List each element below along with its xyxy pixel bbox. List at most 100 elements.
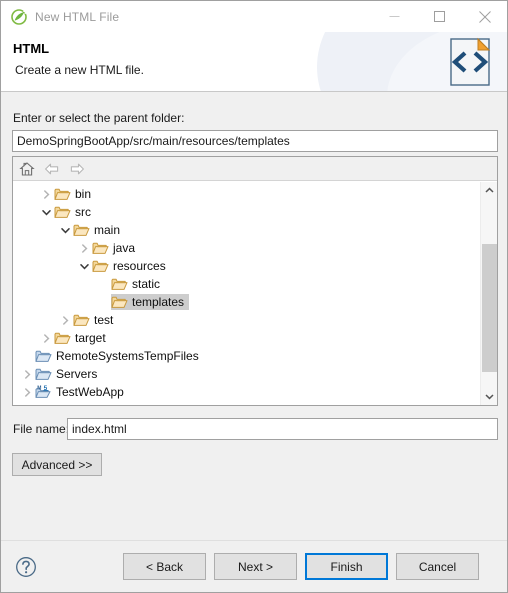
tree-item-label: TestWebApp bbox=[56, 385, 124, 399]
tree-item-remotesystemstempfiles[interactable]: RemoteSystemsTempFiles bbox=[13, 347, 480, 365]
tree-item-resources[interactable]: resources bbox=[13, 257, 480, 275]
tree-vertical-scrollbar[interactable] bbox=[480, 182, 497, 405]
tree-item-src[interactable]: src bbox=[13, 203, 480, 221]
tree-item-templates[interactable]: templates bbox=[13, 293, 480, 311]
back-button[interactable]: < Back bbox=[123, 553, 206, 580]
folder-icon bbox=[73, 312, 90, 328]
maven-project-icon: M5 bbox=[35, 384, 52, 400]
tree-item-label: templates bbox=[132, 295, 185, 309]
minimize-icon[interactable] bbox=[372, 1, 417, 32]
next-button[interactable]: Next > bbox=[214, 553, 297, 580]
folder-tree: bin src main java resources static templates te… bbox=[13, 182, 480, 401]
tree-item-target[interactable]: target bbox=[13, 329, 480, 347]
tree-toolbar bbox=[13, 157, 497, 181]
folder-icon bbox=[111, 276, 128, 292]
folder-icon bbox=[92, 258, 109, 274]
chevron-right-icon[interactable] bbox=[38, 329, 54, 347]
page-description: Create a new HTML file. bbox=[15, 63, 144, 77]
chevron-down-icon[interactable] bbox=[76, 257, 92, 275]
tree-item-test[interactable]: test bbox=[13, 311, 480, 329]
chevron-right-icon[interactable] bbox=[76, 239, 92, 257]
tree-item-content[interactable]: RemoteSystemsTempFiles bbox=[35, 348, 204, 364]
window-title: New HTML File bbox=[35, 9, 120, 24]
tree-item-testwebapp[interactable]: M 5 TestWebApp bbox=[13, 383, 480, 401]
dialog-header: HTML Create a new HTML file. bbox=[1, 32, 507, 92]
back-arrow-icon[interactable] bbox=[43, 160, 61, 178]
home-icon[interactable] bbox=[18, 160, 36, 178]
help-icon[interactable] bbox=[15, 556, 37, 578]
chevron-right-icon[interactable] bbox=[57, 311, 73, 329]
tree-item-content[interactable]: resources bbox=[92, 258, 171, 274]
tree-item-label: main bbox=[94, 223, 121, 237]
chevron-right-icon[interactable] bbox=[38, 185, 54, 203]
tree-item-content[interactable]: test bbox=[73, 312, 118, 328]
forward-arrow-icon[interactable] bbox=[68, 160, 86, 178]
scroll-down-icon[interactable] bbox=[481, 388, 497, 405]
tree-item-label: static bbox=[132, 277, 161, 291]
dialog-body: Enter or select the parent folder: DemoS… bbox=[1, 93, 507, 540]
tree-item-content[interactable]: M 5 TestWebApp bbox=[35, 384, 129, 400]
dialog-footer: < Back Next > Finish Cancel bbox=[1, 540, 507, 592]
tree-item-content[interactable]: Servers bbox=[35, 366, 102, 382]
chevron-down-icon[interactable] bbox=[57, 221, 73, 239]
tree-item-label: java bbox=[113, 241, 136, 255]
finish-button[interactable]: Finish bbox=[305, 553, 388, 580]
tree-item-java[interactable]: java bbox=[13, 239, 480, 257]
tree-item-content[interactable]: src bbox=[54, 204, 96, 220]
tree-item-content[interactable]: bin bbox=[54, 186, 96, 202]
title-bar: New HTML File bbox=[1, 1, 507, 32]
tree-item-label: resources bbox=[113, 259, 166, 273]
blue-folder-icon bbox=[35, 348, 52, 364]
chevron-right-icon[interactable] bbox=[19, 383, 35, 401]
file-name-input[interactable] bbox=[67, 418, 498, 440]
tree-item-content[interactable]: main bbox=[73, 222, 125, 238]
folder-icon bbox=[54, 330, 71, 346]
parent-folder-input[interactable] bbox=[12, 130, 498, 152]
tree-item-label: Servers bbox=[56, 367, 98, 381]
svg-text:M: M bbox=[37, 386, 41, 392]
html-document-icon bbox=[448, 37, 494, 87]
tree-item-content[interactable]: static bbox=[111, 276, 165, 292]
folder-icon bbox=[73, 222, 90, 238]
tree-item-static[interactable]: static bbox=[13, 275, 480, 293]
tree-item-label: RemoteSystemsTempFiles bbox=[56, 349, 199, 363]
new-html-file-dialog: New HTML File HTML Create a new HTML fil… bbox=[0, 0, 508, 593]
chevron-right-icon[interactable] bbox=[19, 365, 35, 383]
tree-item-label: src bbox=[75, 205, 91, 219]
tree-item-main[interactable]: main bbox=[13, 221, 480, 239]
scroll-up-icon[interactable] bbox=[481, 182, 497, 199]
folder-icon bbox=[54, 186, 71, 202]
tree-item-bin[interactable]: bin bbox=[13, 185, 480, 203]
scrollbar-thumb[interactable] bbox=[482, 244, 497, 372]
tree-item-content[interactable]: target bbox=[54, 330, 111, 346]
folder-icon bbox=[92, 240, 109, 256]
close-icon[interactable] bbox=[462, 1, 507, 32]
tree-item-content[interactable]: templates bbox=[111, 294, 190, 310]
page-title: HTML bbox=[13, 41, 50, 56]
maximize-icon[interactable] bbox=[417, 1, 462, 32]
cancel-button[interactable]: Cancel bbox=[396, 553, 479, 580]
folder-icon bbox=[54, 204, 71, 220]
tree-item-content[interactable]: java bbox=[92, 240, 140, 256]
window-controls bbox=[372, 1, 507, 32]
tree-item-label: target bbox=[75, 331, 106, 345]
file-name-label: File name: bbox=[13, 422, 70, 436]
advanced-button[interactable]: Advanced >> bbox=[12, 453, 102, 476]
svg-text:5: 5 bbox=[44, 385, 48, 392]
folder-icon bbox=[111, 294, 128, 310]
tree-item-servers[interactable]: Servers bbox=[13, 365, 480, 383]
chevron-down-icon[interactable] bbox=[38, 203, 54, 221]
spring-leaf-icon bbox=[11, 8, 27, 25]
tree-item-label: bin bbox=[75, 187, 92, 201]
